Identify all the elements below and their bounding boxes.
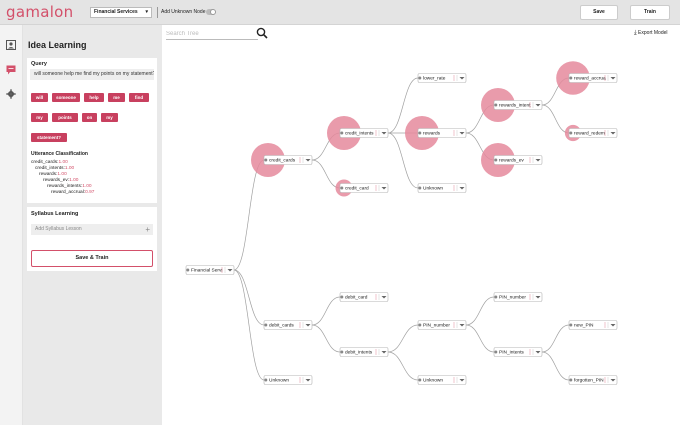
tree-node[interactable]: debit_cards bbox=[263, 320, 313, 330]
tree-node[interactable]: rewards_intent bbox=[493, 100, 543, 110]
node-handle-icon[interactable] bbox=[494, 350, 498, 354]
node-handle-icon[interactable] bbox=[494, 295, 498, 299]
node-menu-icon[interactable] bbox=[299, 377, 301, 383]
node-label: Unknown bbox=[423, 186, 443, 192]
tree-node[interactable]: rewards_ev bbox=[493, 155, 543, 165]
tree-node[interactable]: forgotten_PIN bbox=[568, 375, 618, 385]
node-menu-icon[interactable] bbox=[221, 267, 223, 273]
node-menu-icon[interactable] bbox=[604, 377, 606, 383]
node-menu-icon[interactable] bbox=[299, 322, 301, 328]
tree-node[interactable]: Financial Servi bbox=[185, 265, 235, 275]
tree-node[interactable]: Unknown bbox=[417, 183, 467, 193]
node-menu-icon[interactable] bbox=[604, 322, 606, 328]
node-label: PIN_intents bbox=[499, 350, 524, 356]
node-menu-icon[interactable] bbox=[375, 349, 377, 355]
node-handle-icon[interactable] bbox=[418, 323, 422, 327]
node-menu-icon[interactable] bbox=[529, 294, 531, 300]
tree-edge bbox=[541, 324, 570, 353]
node-label: PIN_number bbox=[499, 295, 526, 301]
node-menu-icon[interactable] bbox=[375, 185, 377, 191]
node-menu-icon[interactable] bbox=[529, 157, 531, 163]
tree-node[interactable]: PIN_number bbox=[493, 292, 543, 302]
node-menu-icon[interactable] bbox=[604, 130, 606, 136]
node-label: reward_accrua bbox=[574, 76, 606, 82]
node-label: Unknown bbox=[269, 378, 289, 384]
tree-edge bbox=[541, 104, 570, 134]
tree-node[interactable]: credit_intents bbox=[339, 128, 389, 138]
node-label: Unknown bbox=[423, 378, 443, 384]
node-label: debit_intents bbox=[345, 350, 373, 356]
tree-edge bbox=[465, 324, 495, 353]
tree-node[interactable]: debit_intents bbox=[339, 347, 389, 357]
tree-node[interactable]: credit_cards bbox=[263, 155, 313, 165]
tree-edge bbox=[233, 159, 265, 271]
node-menu-icon[interactable] bbox=[453, 185, 455, 191]
node-label: credit_intents bbox=[345, 131, 374, 137]
tree-edge bbox=[311, 324, 341, 353]
node-handle-icon[interactable] bbox=[418, 76, 422, 80]
tree-node[interactable]: reward_redem bbox=[568, 128, 618, 138]
node-handle-icon[interactable] bbox=[340, 295, 344, 299]
node-label: rewards_ev bbox=[499, 158, 524, 164]
tree-edge bbox=[233, 269, 265, 326]
tree-node[interactable]: PIN_number bbox=[417, 320, 467, 330]
node-handle-icon[interactable] bbox=[340, 186, 344, 190]
node-label: rewards bbox=[423, 131, 441, 137]
node-label: Financial Servi bbox=[191, 268, 222, 274]
node-handle-icon[interactable] bbox=[569, 378, 573, 382]
node-handle-icon[interactable] bbox=[264, 378, 268, 382]
node-menu-icon[interactable] bbox=[453, 130, 455, 136]
tree-edge bbox=[311, 296, 341, 326]
node-label: lower_rate bbox=[423, 76, 446, 82]
node-label: credit_card bbox=[345, 186, 369, 192]
node-label: new_PIN bbox=[574, 323, 594, 329]
node-handle-icon[interactable] bbox=[569, 323, 573, 327]
node-handle-icon[interactable] bbox=[418, 186, 422, 190]
node-menu-icon[interactable] bbox=[375, 130, 377, 136]
node-menu-icon[interactable] bbox=[453, 377, 455, 383]
node-handle-icon[interactable] bbox=[569, 76, 573, 80]
node-handle-icon[interactable] bbox=[569, 131, 573, 135]
node-label: forgotten_PIN bbox=[574, 378, 604, 384]
node-handle-icon[interactable] bbox=[340, 350, 344, 354]
node-label: debit_card bbox=[345, 295, 368, 301]
node-menu-icon[interactable] bbox=[453, 75, 455, 81]
node-menu-icon[interactable] bbox=[529, 349, 531, 355]
node-handle-icon[interactable] bbox=[186, 268, 190, 272]
node-label: rewards_intent bbox=[499, 103, 531, 109]
node-handle-icon[interactable] bbox=[494, 158, 498, 162]
node-label: credit_cards bbox=[269, 158, 296, 164]
node-label: reward_redem bbox=[574, 131, 605, 137]
tree-node[interactable]: lower_rate bbox=[417, 73, 467, 83]
node-label: debit_cards bbox=[269, 323, 294, 329]
tree-node[interactable]: reward_accrua bbox=[568, 73, 618, 83]
tree-node[interactable]: credit_card bbox=[339, 183, 389, 193]
node-handle-icon[interactable] bbox=[418, 131, 422, 135]
node-handle-icon[interactable] bbox=[264, 323, 268, 327]
node-label: PIN_number bbox=[423, 323, 450, 329]
node-handle-icon[interactable] bbox=[418, 378, 422, 382]
node-menu-icon[interactable] bbox=[604, 75, 606, 81]
node-handle-icon[interactable] bbox=[264, 158, 268, 162]
tree-node[interactable]: new_PIN bbox=[568, 320, 618, 330]
node-menu-icon[interactable] bbox=[375, 294, 377, 300]
node-menu-icon[interactable] bbox=[453, 322, 455, 328]
node-menu-icon[interactable] bbox=[529, 102, 531, 108]
node-menu-icon[interactable] bbox=[299, 157, 301, 163]
node-handle-icon[interactable] bbox=[494, 103, 498, 107]
tree-edge bbox=[541, 351, 570, 381]
intent-tree: Financial Servi credit_cards debit_cards Un… bbox=[185, 61, 618, 385]
tree-edge bbox=[465, 296, 495, 326]
tree-edge bbox=[233, 269, 265, 381]
node-handle-icon[interactable] bbox=[340, 131, 344, 135]
tree-node[interactable]: PIN_intents bbox=[493, 347, 543, 357]
tree-edge bbox=[387, 351, 419, 381]
tree-edge bbox=[387, 324, 419, 353]
tree-node[interactable]: Unknown bbox=[417, 375, 467, 385]
tree-node[interactable]: rewards bbox=[417, 128, 467, 138]
tree-edge bbox=[311, 159, 341, 189]
tree-node[interactable]: Unknown bbox=[263, 375, 313, 385]
tree-node[interactable]: debit_card bbox=[339, 292, 389, 302]
